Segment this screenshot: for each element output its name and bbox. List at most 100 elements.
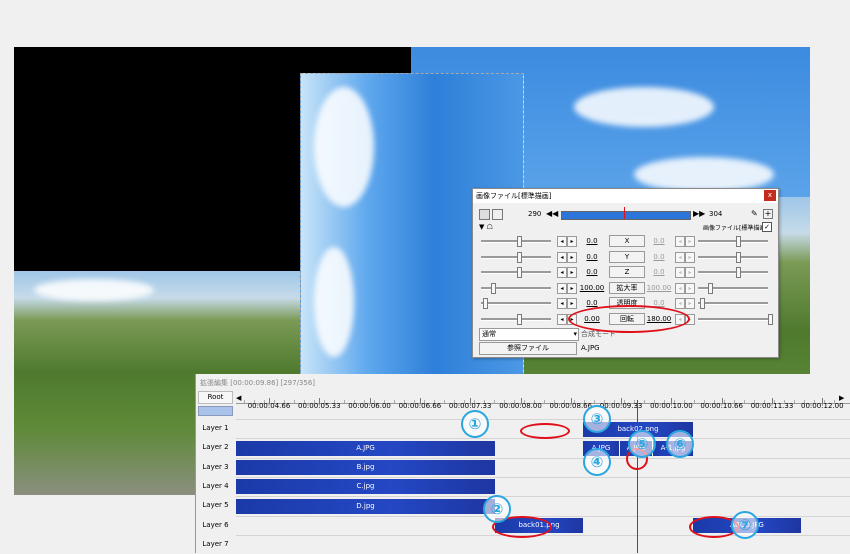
param-slider-right[interactable] [698,271,768,274]
param-increment-button-right[interactable]: ▸ [685,236,695,247]
param-knob-right[interactable] [736,236,741,247]
badge-1: ① [461,410,489,438]
param-increment-button[interactable]: ▸ [567,298,577,309]
expand-icon[interactable]: ▼ ☖ [479,223,493,231]
param-decrement-button[interactable]: ◂ [557,298,567,309]
frame-slider[interactable] [561,211,691,220]
param-increment-button[interactable]: ▸ [567,251,577,263]
badge-7: ⑦ [731,511,759,539]
param-decrement-button-right[interactable]: ◂ [675,298,685,309]
reference-file-button[interactable]: 参照ファイル [479,342,577,355]
ruler-minor-tick [484,400,485,403]
param-value-right[interactable]: 0.0 [645,268,673,276]
param-slider-left[interactable] [481,240,551,243]
param-increment-button-right[interactable]: ▸ [685,298,695,309]
param-increment-button-right[interactable]: ▸ [685,282,695,294]
param-knob-left[interactable] [491,282,496,294]
camera-icon[interactable] [479,209,490,220]
param-slider-right[interactable] [698,255,768,259]
ruler-minor-tick [494,400,495,403]
param-decrement-button-right[interactable]: ◂ [675,267,685,278]
param-value-right[interactable]: 0.0 [645,253,673,261]
ruler-tick-label: 00:00:10.00 [650,402,693,410]
param-value-left[interactable]: 100.00 [578,284,606,292]
param-decrement-button-right[interactable]: ◂ [675,236,685,247]
param-knob-right[interactable] [700,298,705,309]
layer-label[interactable]: Layer 6 [198,516,233,533]
param-value-left[interactable]: 0.0 [578,268,606,276]
param-label-button[interactable]: Y [609,250,645,263]
param-knob-left[interactable] [483,298,488,309]
param-value-right[interactable]: 100.00 [645,284,673,292]
root-button[interactable]: Root [198,391,233,404]
zoom-bar[interactable] [198,406,233,416]
param-increment-button-right[interactable]: ▸ [685,251,695,263]
param-slider-left[interactable] [481,255,551,259]
param-knob-right[interactable] [768,313,773,325]
param-knob-right[interactable] [736,251,741,263]
scroll-right-icon[interactable]: ▶ [839,394,844,402]
layer-label[interactable]: Layer 7 [198,535,233,552]
param-decrement-button[interactable]: ◂ [557,267,567,278]
param-decrement-button-right[interactable]: ◂ [675,282,685,294]
param-decrement-button[interactable]: ◂ [557,282,567,294]
param-knob-left[interactable] [517,236,522,247]
ruler-minor-tick [704,400,705,403]
param-label-button[interactable]: 拡大率 [609,281,645,294]
add-icon[interactable]: + [763,209,773,219]
object-checkbox[interactable]: ✓ [762,222,772,232]
param-decrement-button[interactable]: ◂ [557,236,567,247]
layer-label[interactable]: Layer 2 [198,439,233,456]
param-decrement-button[interactable]: ◂ [557,251,567,263]
ruler-minor-tick [544,400,545,403]
param-increment-button[interactable]: ▸ [567,267,577,278]
blend-mode-select[interactable]: 通常 ▾ [479,328,579,341]
param-label-button[interactable]: X [609,235,645,247]
param-decrement-button[interactable]: ◂ [557,313,567,325]
param-slider-left[interactable] [481,271,551,274]
param-slider-left[interactable] [481,317,551,321]
layer-label[interactable]: Layer 4 [198,477,233,494]
empty-slot-highlight [520,423,570,439]
param-slider-right[interactable] [698,317,768,321]
scroll-left-icon[interactable]: ◀ [236,394,241,402]
rewind-icon[interactable]: ◀◀ [546,209,558,218]
pin-icon[interactable]: ✎ [751,209,758,218]
param-increment-button[interactable]: ▸ [567,236,577,247]
param-value-right[interactable]: 0.0 [645,237,673,245]
layer-track[interactable] [236,534,850,554]
param-decrement-button-right[interactable]: ◂ [675,251,685,263]
param-slider-right[interactable] [698,240,768,243]
ruler-tick-label: 00:00:06.66 [398,402,442,410]
param-increment-button-right[interactable]: ▸ [685,267,695,278]
close-button[interactable]: x [764,190,776,201]
layer-label[interactable]: Layer 5 [198,497,233,514]
param-slider-right[interactable] [698,302,768,305]
window-icon[interactable] [492,209,503,220]
ruler-minor-tick [394,400,395,403]
param-value-left[interactable]: 0.0 [578,237,606,245]
clip-b-jpg[interactable]: B.jpg [236,460,495,475]
clip-a-jpg[interactable]: A.JPG [236,441,495,456]
param-label-button[interactable]: Z [609,266,645,278]
param-slider-left[interactable] [481,302,551,305]
param-knob-right[interactable] [736,267,741,278]
ruler-minor-tick [754,400,755,403]
param-knob-right[interactable] [708,282,713,294]
file-name: A.JPG [581,344,600,352]
ruler-minor-tick [444,400,445,403]
param-knob-left[interactable] [517,313,522,325]
param-value-left[interactable]: 0.0 [578,253,606,261]
clip-c-jpg[interactable]: C.jpg [236,479,495,494]
frame-end: 304 [709,210,723,218]
param-increment-button[interactable]: ▸ [567,282,577,294]
clip-d-jpg[interactable]: D.jpg [236,499,495,514]
frame-cursor[interactable] [624,207,625,219]
ruler-minor-tick [634,400,635,403]
param-knob-left[interactable] [517,251,522,263]
forward-icon[interactable]: ▶▶ [693,209,705,218]
param-knob-left[interactable] [517,267,522,278]
layer-label[interactable]: Layer 3 [198,458,233,475]
layer-label[interactable]: Layer 1 [198,420,233,436]
chevron-down-icon: ▾ [573,330,577,338]
